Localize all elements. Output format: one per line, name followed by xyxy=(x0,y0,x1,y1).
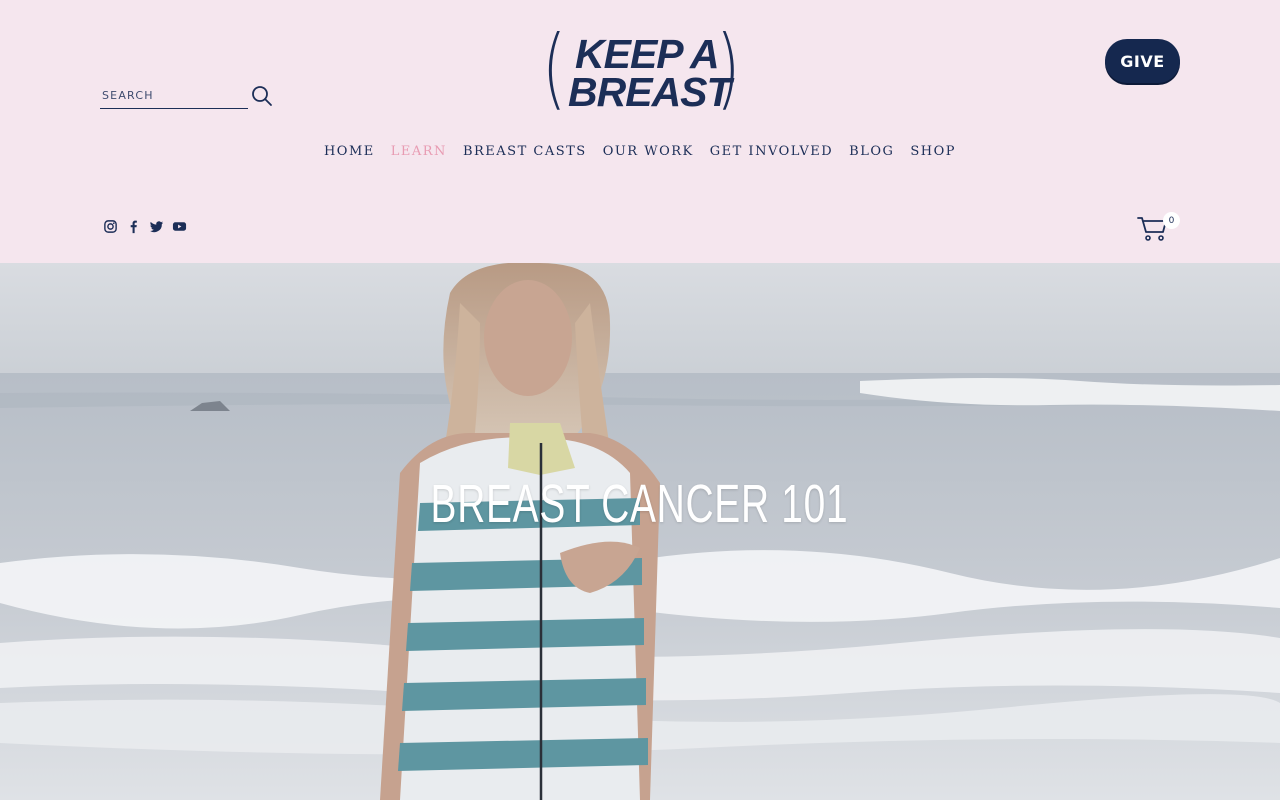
youtube-icon[interactable] xyxy=(172,219,187,234)
site-header: ( KEEP A BREAST ) GIVE HOME LEARN BREAST… xyxy=(0,0,1280,263)
search-bar xyxy=(100,82,275,110)
social-links xyxy=(103,219,187,234)
logo-line-2: BREAST xyxy=(568,69,732,115)
nav-item-blog[interactable]: BLOG xyxy=(849,144,894,159)
nav-item-learn[interactable]: LEARN xyxy=(391,144,447,159)
nav-item-shop[interactable]: SHOP xyxy=(910,144,956,159)
nav-item-breast-casts[interactable]: BREAST CASTS xyxy=(463,144,587,159)
logo-paren-left: ( xyxy=(542,16,567,119)
main-nav: HOME LEARN BREAST CASTS OUR WORK GET INV… xyxy=(0,144,1280,159)
nav-item-get-involved[interactable]: GET INVOLVED xyxy=(710,144,833,159)
search-icon[interactable] xyxy=(250,84,274,108)
instagram-icon[interactable] xyxy=(103,219,118,234)
nav-item-our-work[interactable]: OUR WORK xyxy=(603,144,694,159)
give-button[interactable]: GIVE xyxy=(1105,39,1180,83)
nav-item-home[interactable]: HOME xyxy=(324,144,375,159)
facebook-icon[interactable] xyxy=(126,219,141,234)
search-input[interactable] xyxy=(100,82,248,109)
hero-title: BREAST CANCER 101 xyxy=(430,474,849,534)
hero-banner: BREAST CANCER 101 xyxy=(0,263,1280,800)
cart-count-badge: 0 xyxy=(1163,212,1180,229)
site-logo[interactable]: ( KEEP A BREAST ) xyxy=(542,24,740,120)
logo-paren-right: ) xyxy=(715,16,740,119)
twitter-icon[interactable] xyxy=(149,219,164,234)
